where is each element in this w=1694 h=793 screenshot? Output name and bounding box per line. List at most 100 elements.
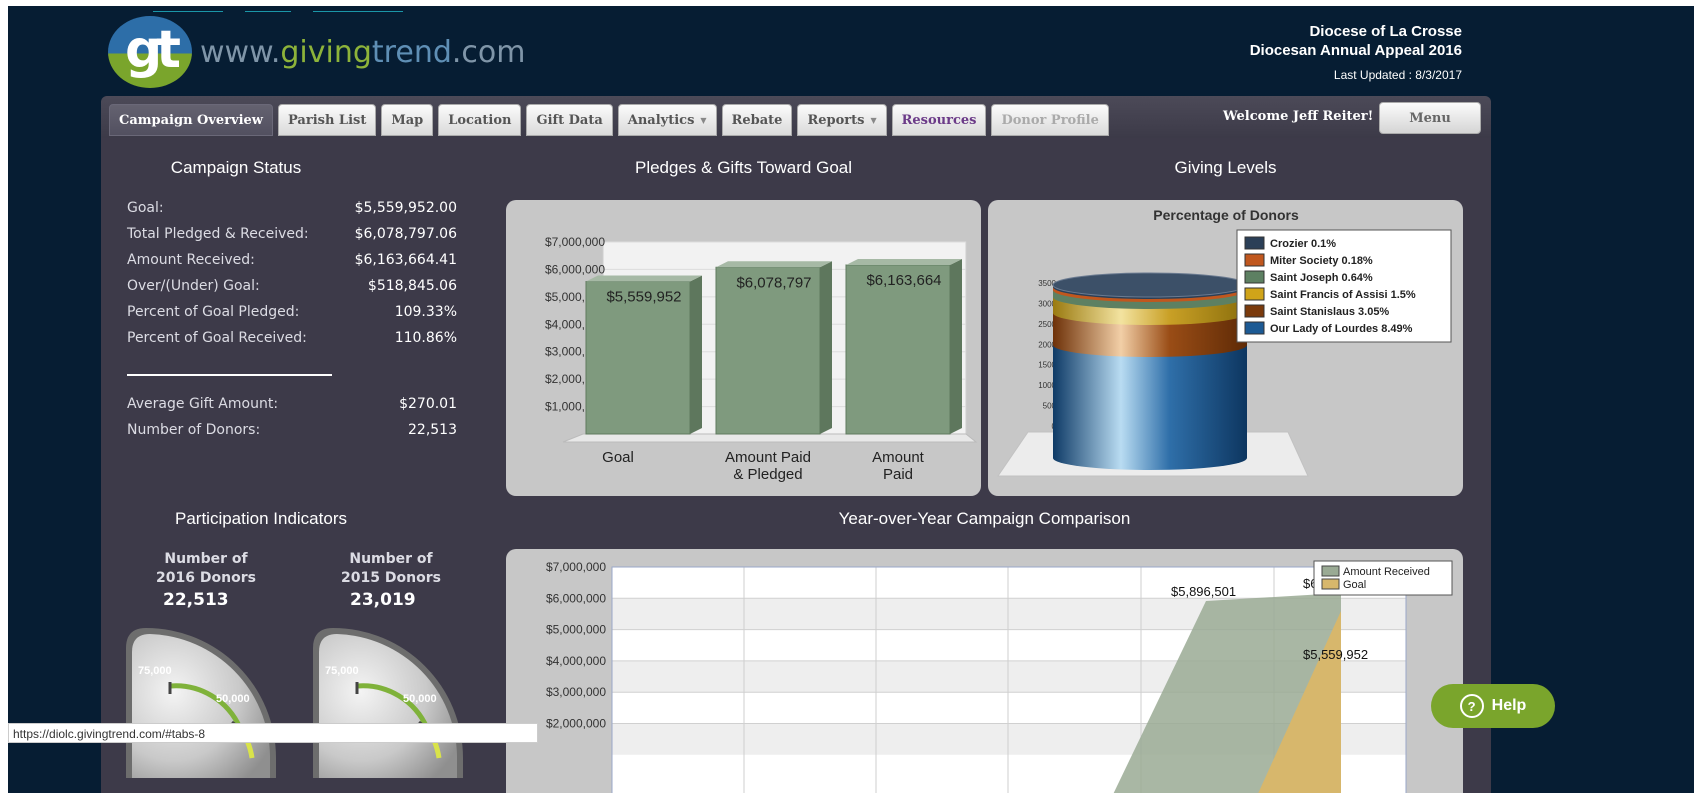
legend-swatch xyxy=(1321,578,1340,590)
legend-swatch xyxy=(1244,236,1265,250)
stat-value: $270.01 xyxy=(399,396,457,412)
tab-label: Location xyxy=(448,112,512,128)
bar-side xyxy=(820,261,832,434)
gauge-tick-label: 50,000 xyxy=(216,693,250,705)
bar xyxy=(845,264,951,435)
yoy-title: Year-over-Year Campaign Comparison xyxy=(838,509,1131,528)
legend-label: Saint Stanislaus 3.05% xyxy=(1270,306,1389,318)
tab-rebate[interactable]: Rebate xyxy=(721,104,793,136)
legend-swatch xyxy=(1244,321,1265,335)
stat-label: Amount Received: xyxy=(127,252,255,268)
tab-analytics[interactable]: Analytics ▼ xyxy=(617,104,717,136)
donors-2016-gauge: 75,000 50,000 xyxy=(126,628,276,778)
bar-data-label: $6,163,664 xyxy=(866,272,941,289)
chart-floor xyxy=(562,433,978,443)
tab-label: Analytics xyxy=(627,112,695,128)
participation-title: Participation Indicators xyxy=(175,509,347,528)
stat-label: Goal: xyxy=(127,200,164,216)
legend-swatch xyxy=(1321,565,1340,577)
tab-label: Parish List xyxy=(288,112,367,128)
bar xyxy=(715,266,821,435)
y-tick-label: $7,000,000 xyxy=(546,560,606,574)
divider xyxy=(127,374,332,376)
help-label: Help xyxy=(1491,697,1527,714)
legend-label: Crozier 0.1% xyxy=(1270,238,1336,250)
stat-label: Average Gift Amount: xyxy=(127,396,279,412)
x-tick-label: Amount Paid xyxy=(725,449,811,466)
app-window: gt www.givingtrend.com Diocese of La Cro… xyxy=(8,6,1694,793)
y-tick-label: $6,000,000 xyxy=(545,262,605,276)
tab-parish-list[interactable]: Parish List xyxy=(278,104,377,136)
legend-swatch xyxy=(1244,304,1265,318)
tab-reports[interactable]: Reports ▼ xyxy=(797,104,887,136)
stat-value: 110.86% xyxy=(394,330,457,346)
stat-label: Over/(Under) Goal: xyxy=(127,278,260,294)
donors-2015-label: Number of 2015 Donors xyxy=(341,551,441,586)
org-name: Diocese of La Crosse xyxy=(1309,23,1462,40)
pledges-chart-panel: $7,000,000 $6,000,000 $5,000,000 $4,000,000… xyxy=(506,200,981,496)
stat-value: $6,163,664.41 xyxy=(354,252,457,268)
tab-resources[interactable]: Resources xyxy=(891,104,987,136)
bar-top xyxy=(586,275,702,282)
stat-label: Percent of Goal Pledged: xyxy=(127,304,300,320)
legend-label: Saint Joseph 0.64% xyxy=(1270,272,1373,284)
tab-label: Rebate xyxy=(731,112,783,128)
stat-value: 22,513 xyxy=(408,422,457,438)
campaign-status-title: Campaign Status xyxy=(170,158,302,177)
bar-side xyxy=(950,258,962,434)
last-updated: Last Updated : 8/3/2017 xyxy=(1333,68,1462,82)
bar-data-label: $6,078,797 xyxy=(736,274,811,291)
cylinder-top xyxy=(1052,272,1248,298)
chart-title: Percentage of Donors xyxy=(1153,207,1299,223)
y-tick-label: $6,000,000 xyxy=(546,591,606,605)
legend-label: Amount Received xyxy=(1343,566,1430,578)
site-logo[interactable]: gt www.givingtrend.com xyxy=(108,16,525,88)
tab-label: Reports xyxy=(807,112,865,128)
tab-location[interactable]: Location xyxy=(438,104,522,136)
cylinder-segment xyxy=(1053,345,1247,470)
donor-stats-list: Average Gift Amount: $270.01 Number of Don… xyxy=(127,396,457,448)
tab-gift-data[interactable]: Gift Data xyxy=(526,104,613,136)
tab-label: Resources xyxy=(901,112,977,128)
stat-value: 109.33% xyxy=(394,304,457,320)
x-tick-label: Paid xyxy=(883,466,913,483)
welcome-message: Welcome Jeff Reiter! xyxy=(1223,109,1374,124)
data-label: $5,896,501 xyxy=(1171,584,1236,599)
menu-button[interactable]: Menu xyxy=(1379,102,1481,134)
organization-info: Diocese of La Crosse Diocesan Annual App… xyxy=(1250,22,1462,82)
y-tick-label: $2,000,000 xyxy=(546,717,606,731)
tab-map[interactable]: Map xyxy=(381,104,434,136)
x-tick-label: Goal xyxy=(602,449,634,466)
bar-data-label: $5,559,952 xyxy=(606,288,681,305)
donors-2016-value: 22,513 xyxy=(163,590,229,610)
giving-levels-panel: Percentage of Donors 3500 3000 2500 2000 1500… xyxy=(988,200,1463,496)
help-button[interactable]: ? Help xyxy=(1431,684,1555,728)
donors-2015-value: 23,019 xyxy=(350,590,416,610)
y-tick-label: $3,000,000 xyxy=(546,685,606,699)
tab-list: Campaign Overview Parish List Map Location G… xyxy=(109,104,1114,136)
gauge-tick-label: 75,000 xyxy=(325,665,359,677)
stat-row: Percent of Goal Pledged: 109.33% xyxy=(127,304,457,330)
bar-top xyxy=(846,258,962,265)
y-tick-label: $4,000,000 xyxy=(546,654,606,668)
gauge-tick-label: 75,000 xyxy=(138,665,172,677)
tab-donor-profile[interactable]: Donor Profile xyxy=(991,104,1109,136)
bar-top xyxy=(716,261,832,268)
site-name: www.givingtrend.com xyxy=(200,34,526,70)
stat-label: Percent of Goal Received: xyxy=(127,330,307,346)
tab-label: Donor Profile xyxy=(1001,112,1099,128)
stat-value: $5,559,952.00 xyxy=(354,200,457,216)
pledges-title: Pledges & Gifts Toward Goal xyxy=(634,158,852,177)
tab-label: Map xyxy=(391,112,424,128)
stat-row: Total Pledged & Received: $6,078,797.06 xyxy=(127,226,457,252)
stat-label: Number of Donors: xyxy=(127,422,261,438)
legend-swatch xyxy=(1244,270,1265,284)
tab-label: Gift Data xyxy=(536,112,603,128)
tab-campaign-overview[interactable]: Campaign Overview xyxy=(109,104,273,136)
campaign-overview-panel: Campaign Status Goal: $5,559,952.00 Total … xyxy=(101,138,1491,793)
chevron-down-icon: ▼ xyxy=(700,115,707,125)
legend-swatch xyxy=(1244,287,1265,301)
x-tick-label: & Pledged xyxy=(733,466,802,483)
stat-row: Number of Donors: 22,513 xyxy=(127,422,457,448)
yoy-chart-panel: $7,000,000 $6,000,000 $5,000,000 $4,000,000… xyxy=(506,549,1463,793)
